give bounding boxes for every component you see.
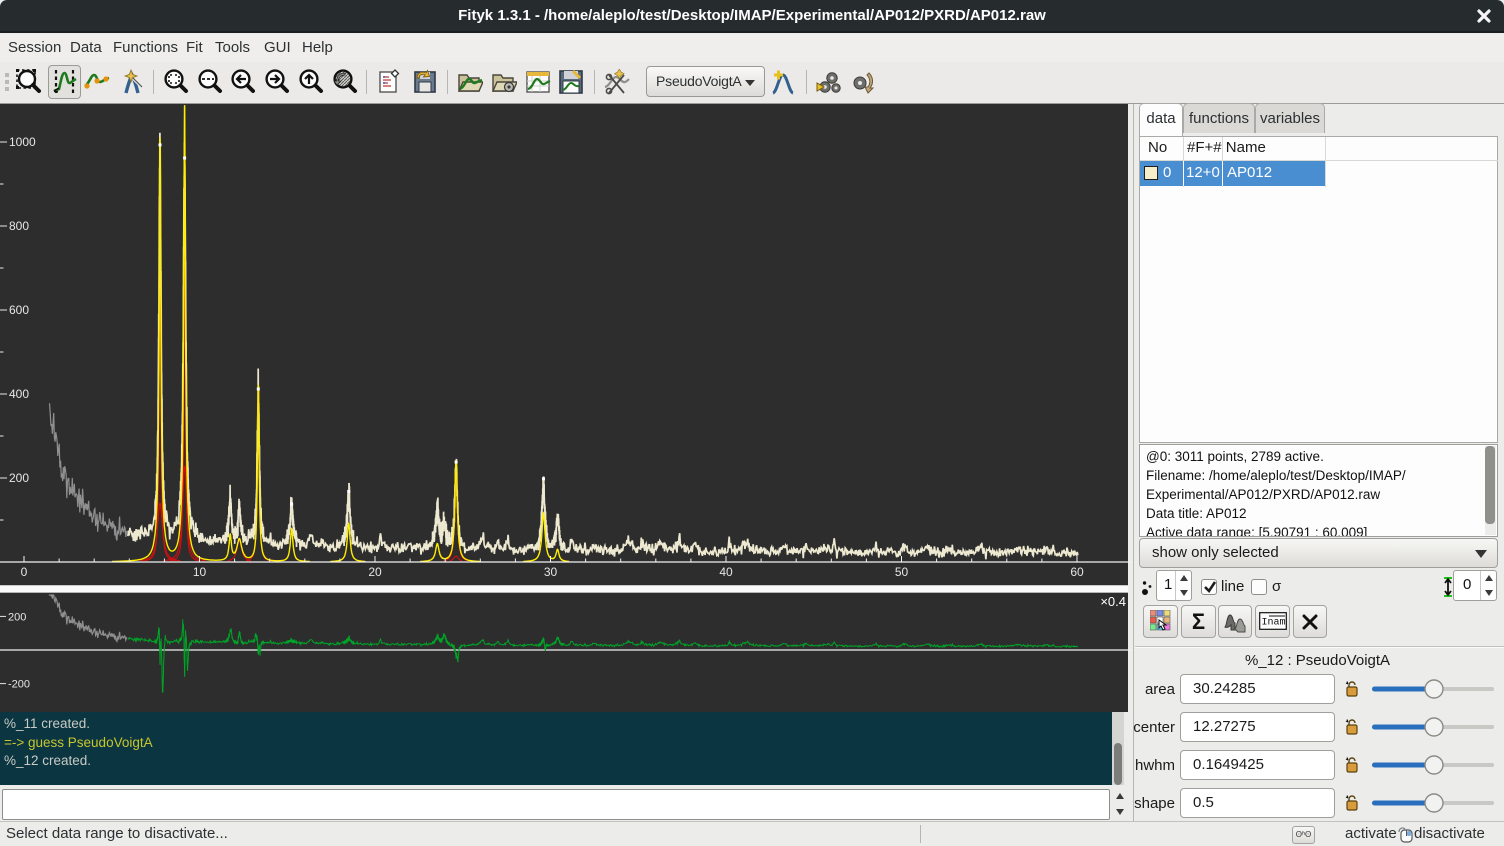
svg-text:400: 400 [9, 387, 29, 401]
svg-text:50: 50 [895, 565, 909, 579]
svg-text:Inam: Inam [1262, 618, 1286, 629]
svg-text:40: 40 [719, 565, 733, 579]
svg-text:×0.4: ×0.4 [1100, 594, 1126, 609]
svg-text:0: 0 [21, 565, 28, 579]
svg-text:20: 20 [368, 565, 382, 579]
svg-text:200: 200 [8, 612, 26, 624]
svg-text:10: 10 [193, 565, 207, 579]
svg-text:200: 200 [9, 471, 29, 485]
svg-text:1000: 1000 [9, 135, 36, 149]
svg-text:30: 30 [544, 565, 558, 579]
svg-text:600: 600 [9, 303, 29, 317]
svg-text:-200: -200 [8, 679, 30, 691]
svg-text:800: 800 [9, 219, 29, 233]
svg-text:60: 60 [1070, 565, 1084, 579]
